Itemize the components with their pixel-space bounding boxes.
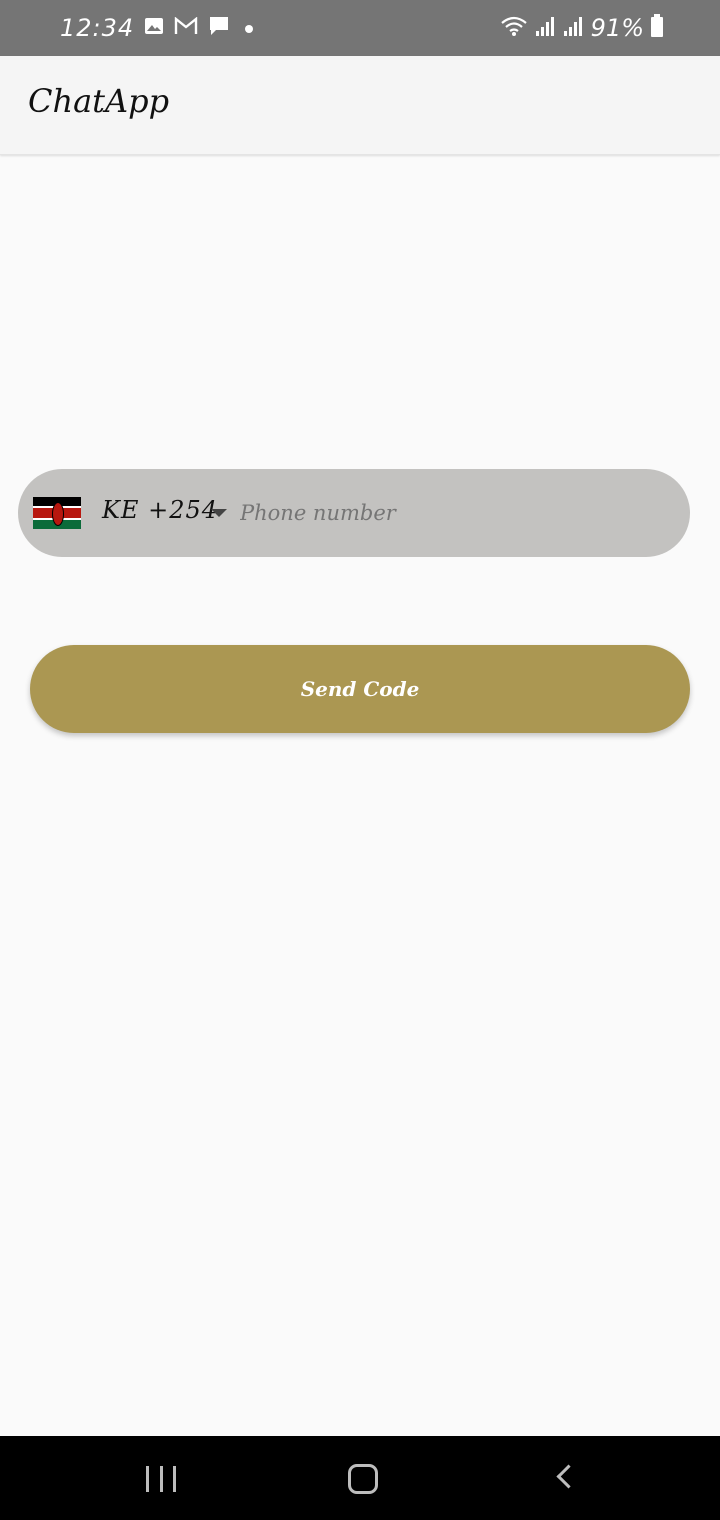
phone-input-container: KE +254: [18, 469, 690, 557]
status-bar: 12:34 91%: [0, 0, 720, 56]
send-code-button[interactable]: Send Code: [30, 645, 690, 733]
phone-number-input[interactable]: [240, 493, 660, 533]
country-code-selector[interactable]: KE +254: [102, 496, 218, 524]
status-right-group: 91%: [499, 0, 664, 56]
app-title: ChatApp: [28, 82, 170, 120]
back-icon[interactable]: [556, 1464, 581, 1489]
chevron-down-icon[interactable]: [211, 509, 227, 517]
wifi-icon: [499, 14, 529, 42]
gmail-icon: [174, 16, 198, 39]
dot-icon: [240, 19, 258, 38]
signal-icon: [563, 15, 585, 41]
app-bar: ChatApp: [0, 56, 720, 155]
message-icon: [208, 15, 230, 41]
status-left-group: 12:34: [60, 0, 258, 56]
image-icon: [144, 17, 164, 39]
home-icon[interactable]: [348, 1464, 378, 1494]
signal-icon: [535, 15, 557, 41]
battery-percent: 91%: [590, 14, 644, 42]
recents-icon[interactable]: [146, 1466, 176, 1492]
status-time: 12:34: [60, 14, 135, 42]
kenya-flag-icon[interactable]: [33, 497, 81, 529]
battery-icon: [650, 14, 664, 42]
navigation-bar: [0, 1436, 720, 1520]
